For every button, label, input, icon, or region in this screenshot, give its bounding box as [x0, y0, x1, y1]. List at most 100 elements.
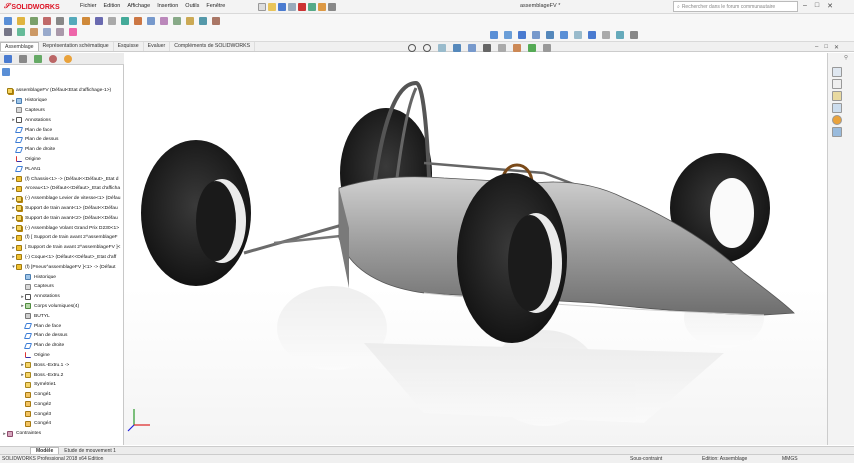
- tree-item[interactable]: Plan de face: [0, 125, 124, 135]
- toolbar-command-icon[interactable]: [134, 17, 142, 25]
- toolbar-command-icon[interactable]: [4, 28, 12, 36]
- file-explorer-icon[interactable]: [832, 91, 842, 101]
- toolbar-command-icon[interactable]: [186, 17, 194, 25]
- view-orientation-icon[interactable]: [468, 44, 476, 52]
- tree-item[interactable]: ▸ (f) Chassis<1> -> (Défaut<<Défaut>_Etat…: [0, 174, 124, 184]
- toolbar-command-icon[interactable]: [173, 17, 181, 25]
- assembly-tool-icon[interactable]: [574, 31, 582, 39]
- new-document-icon[interactable]: [258, 3, 266, 11]
- zoom-fit-icon[interactable]: [408, 44, 416, 52]
- tree-item[interactable]: Plan de dessus: [0, 135, 124, 145]
- tree-item[interactable]: Congé2: [0, 400, 124, 410]
- graphics-area[interactable]: [124, 53, 827, 445]
- menu-item[interactable]: Affichage: [127, 3, 150, 9]
- menu-item[interactable]: Insertion: [157, 3, 178, 9]
- tree-item[interactable]: Historique: [0, 272, 124, 282]
- tree-item[interactable]: Origine: [0, 155, 124, 165]
- tree-item[interactable]: ▸ Support de train avant<2> (Défaut<<Défa…: [0, 213, 124, 223]
- minimize-button[interactable]: –: [803, 2, 807, 10]
- maximize-button[interactable]: □: [815, 2, 819, 10]
- toolbar-command-icon[interactable]: [199, 17, 207, 25]
- undo-icon[interactable]: [298, 3, 306, 11]
- toolbar-command-icon[interactable]: [147, 17, 155, 25]
- close-button[interactable]: ✕: [827, 2, 833, 10]
- tree-item[interactable]: ▸ (f) [ Support de train avant 2^assembla…: [0, 233, 124, 243]
- tree-item[interactable]: ▸ Support de train avant<1> (Défaut<<Défa…: [0, 204, 124, 214]
- toolbar-command-icon[interactable]: [121, 17, 129, 25]
- open-icon[interactable]: [268, 3, 276, 11]
- zoom-area-icon[interactable]: [423, 44, 431, 52]
- tree-item[interactable]: Symétrie1: [0, 380, 124, 390]
- tree-item[interactable]: PLAN1: [0, 164, 124, 174]
- tree-item[interactable]: Plan de face: [0, 321, 124, 331]
- viewport-close-icon[interactable]: ✕: [834, 44, 839, 51]
- command-tab[interactable]: Représentation schématique: [39, 42, 114, 51]
- toolbar-command-icon[interactable]: [69, 28, 77, 36]
- toolbar-command-icon[interactable]: [56, 17, 64, 25]
- toolbar-command-icon[interactable]: [30, 28, 38, 36]
- assembly-tool-icon[interactable]: [630, 31, 638, 39]
- menu-item[interactable]: Fichier: [80, 3, 97, 9]
- appearance-icon[interactable]: [513, 44, 521, 52]
- assembly-tool-icon[interactable]: [602, 31, 610, 39]
- tree-item[interactable]: BUTYL: [0, 311, 124, 321]
- toolbar-command-icon[interactable]: [95, 17, 103, 25]
- tree-item[interactable]: ▸ Historique: [0, 96, 124, 106]
- command-tab[interactable]: Compléments de SOLIDWORKS: [170, 42, 256, 51]
- tree-item[interactable]: Capteurs: [0, 106, 124, 116]
- tree-item[interactable]: ▸ Annotations: [0, 115, 124, 125]
- property-manager-tab-icon[interactable]: [19, 55, 27, 63]
- toolbar-command-icon[interactable]: [4, 17, 12, 25]
- solidworks-logo[interactable]: 𝒮 SOLIDWORKS: [4, 2, 60, 12]
- tree-item[interactable]: ▸ (-) Assemblage Levier de vitesse<1> (Dé…: [0, 194, 124, 204]
- toolbar-command-icon[interactable]: [69, 17, 77, 25]
- tree-item[interactable]: Plan de droite: [0, 341, 124, 351]
- tree-item[interactable]: ▸ Boss.-Extru.2: [0, 370, 124, 380]
- toolbar-command-icon[interactable]: [160, 17, 168, 25]
- toolbar-command-icon[interactable]: [56, 28, 64, 36]
- display-manager-tab-icon[interactable]: [64, 55, 72, 63]
- assembly-tool-icon[interactable]: [518, 31, 526, 39]
- tree-item[interactable]: Congé4: [0, 419, 124, 429]
- tree-item[interactable]: Congé3: [0, 409, 124, 419]
- section-view-icon[interactable]: [453, 44, 461, 52]
- tree-item[interactable]: Congé1: [0, 390, 124, 400]
- toolbar-command-icon[interactable]: [43, 28, 51, 36]
- hide-show-icon[interactable]: [498, 44, 506, 52]
- bottom-tab[interactable]: Etude de mouvement 1: [59, 448, 121, 454]
- menu-item[interactable]: Edition: [104, 3, 121, 9]
- toolbar-command-icon[interactable]: [17, 17, 25, 25]
- assembly-tool-icon[interactable]: [490, 31, 498, 39]
- assembly-tool-icon[interactable]: [560, 31, 568, 39]
- tree-item[interactable]: ▸[ Support de train avant 2^assemblageFV…: [0, 243, 124, 253]
- view-settings-icon[interactable]: [543, 44, 551, 52]
- tree-item[interactable]: assemblageFV (Défaut<Etat d'affichage-1>…: [0, 86, 124, 96]
- assembly-tool-icon[interactable]: [532, 31, 540, 39]
- tree-filter[interactable]: [2, 67, 122, 76]
- tree-item[interactable]: ▸ (-) Assemblage Volant Grand Prix D230<1…: [0, 223, 124, 233]
- tree-item[interactable]: Capteurs: [0, 282, 124, 292]
- print-icon[interactable]: [288, 3, 296, 11]
- toolbar-command-icon[interactable]: [17, 28, 25, 36]
- command-tab[interactable]: Evaluer: [144, 42, 171, 51]
- toolbar-command-icon[interactable]: [82, 17, 90, 25]
- view-palette-icon[interactable]: [832, 103, 842, 113]
- viewport-minimize-icon[interactable]: –: [815, 44, 818, 51]
- display-style-icon[interactable]: [483, 44, 491, 52]
- dimxpert-tab-icon[interactable]: [49, 55, 57, 63]
- pin-icon[interactable]: ⚲: [844, 55, 853, 64]
- tree-item[interactable]: ▾ (f) [Pneus^assemblageFV ]<1> -> (Défaut: [0, 262, 124, 272]
- configuration-tab-icon[interactable]: [34, 55, 42, 63]
- tree-item[interactable]: ▸ Corps volumiques(4): [0, 302, 124, 312]
- tree-item[interactable]: ▸ (-) Coque<1> (Défaut<<Défaut>_Etat d'af…: [0, 253, 124, 263]
- command-tab[interactable]: Assemblage: [0, 42, 39, 51]
- command-tab[interactable]: Esquisse: [114, 42, 144, 51]
- solidworks-resources-icon[interactable]: [832, 67, 842, 77]
- design-library-icon[interactable]: [832, 79, 842, 89]
- assembly-tool-icon[interactable]: [504, 31, 512, 39]
- select-icon[interactable]: [308, 3, 316, 11]
- save-icon[interactable]: [278, 3, 286, 11]
- rebuild-icon[interactable]: [318, 3, 326, 11]
- toolbar-command-icon[interactable]: [108, 17, 116, 25]
- tree-item[interactable]: ▸ Annotations: [0, 292, 124, 302]
